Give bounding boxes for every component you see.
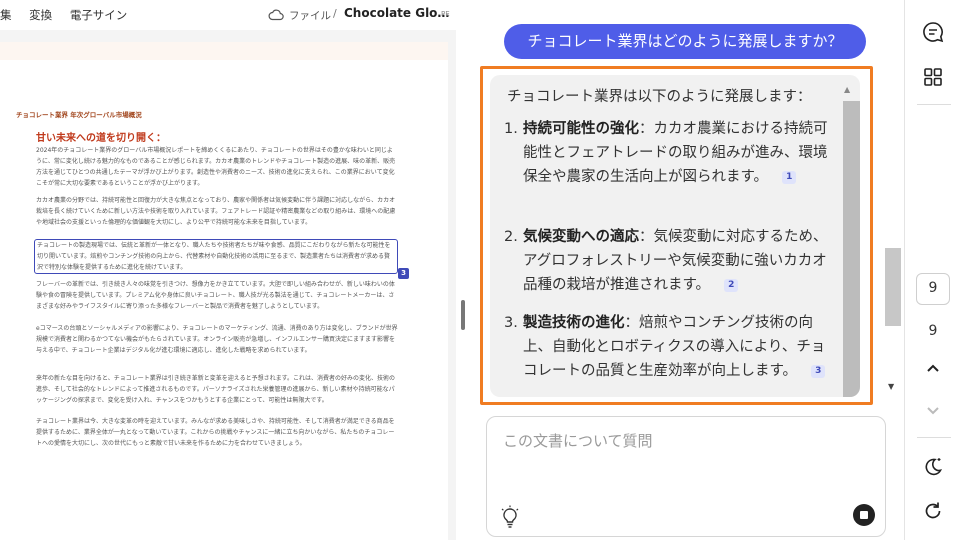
citation-badge[interactable]: 1 — [782, 171, 797, 184]
document-heading: 甘い未来への道を切り開く： — [36, 133, 166, 144]
current-page-field[interactable]: 9 — [916, 273, 950, 305]
rail-divider — [917, 104, 951, 105]
menu-e-sign[interactable]: 電子サイン — [70, 8, 128, 22]
toolbar-menu: 集 変換 電子サイン — [0, 7, 141, 23]
highlighted-paragraph: チョコレートの製造現場では、伝統と革新が一体となり、職人たちや技術者たちが味や食… — [34, 239, 398, 274]
refresh-icon[interactable] — [922, 500, 944, 522]
answer-intro: チョコレート業界は以下のように発展します： — [507, 89, 812, 105]
paragraph: 来年の新たな目を向けると、チョコレート業界は引き続き革新と変革を迎えると予想され… — [36, 375, 395, 404]
paragraph: フレーバーの革新では、引き続き人々の味覚を引きつけ、想像力をかき立てています。大… — [36, 281, 395, 310]
lightbulb-icon[interactable] — [499, 505, 521, 529]
document-title[interactable]: Chocolate Glo… — [344, 6, 449, 20]
app-window: 集 変換 電子サイン ファイル / Chocolate Glo… PE チョコレ… — [0, 0, 960, 540]
answer-card: チョコレート業界は以下のように発展します： 1. 持続可能性の強化：カカオ農業に… — [490, 75, 860, 397]
chevron-down-icon — [927, 407, 939, 415]
answer-scrollbar[interactable] — [843, 101, 860, 397]
dark-mode-icon[interactable] — [922, 455, 944, 477]
total-pages: 9 — [928, 323, 938, 339]
paragraph: チョコレート業界は今、大きな変革の時を迎えています。みんなが求める美味しさや、持… — [36, 418, 395, 447]
item-title: 製造技術の進化 — [523, 315, 625, 331]
document-pane: 集 変換 電子サイン ファイル / Chocolate Glo… PE チョコレ… — [0, 0, 456, 540]
question-composer — [486, 416, 886, 537]
answer-list-item: 3. 製造技術の進化：焙煎やコンチング技術の向上、自動化とロボティクスの導入によ… — [504, 311, 835, 383]
citation-marker[interactable]: 3 — [398, 268, 409, 279]
item-title: 持続可能性の強化 — [523, 121, 639, 137]
item-title: 気候変動への適応 — [523, 229, 639, 245]
cloud-icon[interactable] — [268, 7, 284, 23]
grid-view-icon[interactable] — [922, 66, 944, 88]
question-input[interactable] — [503, 429, 863, 453]
menu-edit[interactable]: 集 — [0, 8, 12, 22]
pane-resize-handle[interactable] — [461, 300, 465, 330]
document-toolbar: 集 変換 電子サイン ファイル / Chocolate Glo… PE — [0, 0, 456, 30]
citation-badge[interactable]: 2 — [724, 279, 739, 292]
user-question-bubble: チョコレート業界はどのように発展しますか？ — [504, 24, 866, 59]
item-number: 1. — [504, 121, 518, 137]
pane-scrollbar-thumb[interactable] — [885, 248, 901, 326]
menu-convert[interactable]: 変換 — [29, 8, 52, 22]
paragraph: eコマースの台頭とソーシャルメディアの影響により、チョコレートのマーケティング、… — [36, 325, 398, 354]
item-number: 2. — [504, 229, 518, 245]
document-extension: PE — [441, 10, 450, 18]
answer-focus-outline: チョコレート業界は以下のように発展します： 1. 持続可能性の強化：カカオ農業に… — [480, 66, 873, 405]
item-number: 3. — [504, 315, 518, 331]
breadcrumb-separator: / — [333, 7, 337, 20]
answer-list-item: 1. 持続可能性の強化：カカオ農業における持続可能性とフェアトレードの取り組みが… — [504, 117, 835, 189]
chevron-up-icon[interactable] — [922, 357, 944, 379]
file-breadcrumb[interactable]: ファイル — [289, 8, 331, 23]
right-tool-rail: 9 9 — [904, 0, 960, 540]
scroll-down-arrow-icon[interactable]: ▼ — [888, 382, 894, 391]
paragraph: カカオ農業の分野では、持続可能性と回復力が大きな焦点となっており、農家や関係者は… — [36, 197, 396, 226]
stop-generating-button[interactable] — [853, 504, 875, 526]
document-page: チョコレート業界 年次グローバル市場概況 甘い未来への道を切り開く： 2024年… — [0, 42, 448, 540]
page-header-band — [0, 42, 448, 60]
ai-assistant-icon[interactable] — [922, 21, 944, 43]
scroll-up-arrow-icon[interactable]: ▲ — [844, 85, 850, 94]
paragraph: 2024年のチョコレート業界のグローバル市場概況レポートを締めくくるにあたり、チ… — [36, 147, 396, 187]
citation-badge[interactable]: 3 — [811, 365, 826, 378]
answer-list-item: 2. 気候変動への適応：気候変動に対応するため、アグロフォレストリーや気候変動に… — [504, 225, 835, 297]
assistant-pane: チョコレート業界はどのように発展しますか？ チョコレート業界は以下のように発展し… — [466, 0, 904, 540]
rail-divider — [917, 437, 951, 438]
section-label: チョコレート業界 年次グローバル市場概況 — [16, 111, 142, 119]
